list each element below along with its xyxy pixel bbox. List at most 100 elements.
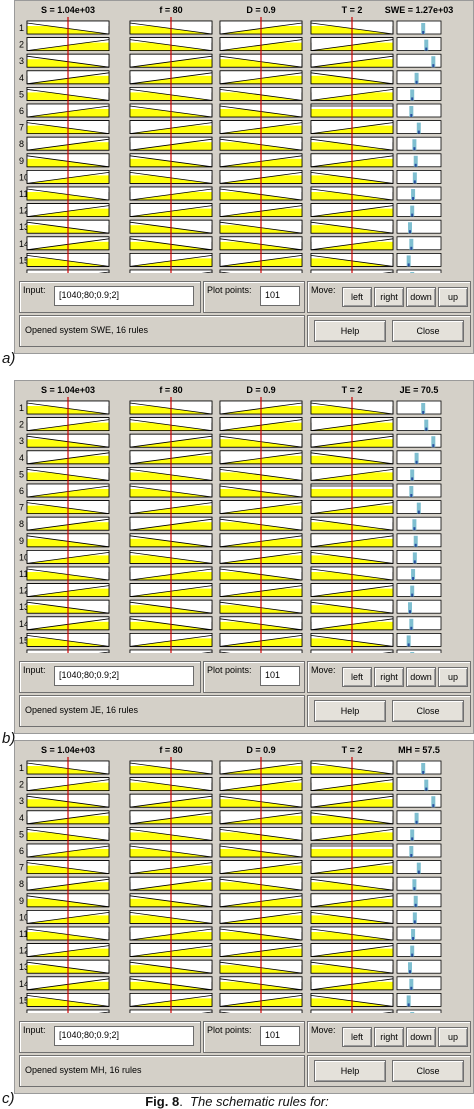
output-cell[interactable] [396, 976, 442, 991]
output-cell[interactable] [396, 87, 442, 101]
output-cell[interactable] [396, 760, 442, 775]
output-cell[interactable] [396, 169, 442, 184]
output-cell[interactable] [396, 516, 442, 531]
output-cell[interactable] [396, 203, 442, 218]
output-cell[interactable] [396, 649, 442, 653]
status-bar: Opened system JE, 16 rules [19, 695, 305, 727]
move-left-button[interactable]: left [342, 667, 372, 687]
move-down-button[interactable]: down [406, 667, 436, 687]
output-cell[interactable] [396, 827, 442, 841]
output-cell[interactable] [396, 992, 442, 1007]
input-vector-field[interactable]: [1040;80;0.9;2] [54, 666, 194, 686]
plot-points-group: Plot points: 101 [203, 1021, 305, 1053]
output-cell[interactable] [396, 417, 442, 431]
move-down-button[interactable]: down [406, 1027, 436, 1047]
output-cell[interactable] [396, 136, 442, 151]
output-cell[interactable] [396, 433, 442, 448]
plot-points-field[interactable]: 101 [260, 286, 300, 306]
output-cell[interactable] [396, 616, 442, 631]
status-text: Opened system SWE, 16 rules [25, 325, 149, 335]
output-cell[interactable] [396, 777, 442, 791]
output-cell[interactable] [396, 893, 442, 908]
output-cell[interactable] [396, 219, 442, 234]
output-cell[interactable] [396, 236, 442, 251]
plot-points-group: Plot points: 101 [203, 281, 305, 313]
move-left-button[interactable]: left [342, 1027, 372, 1047]
output-cell[interactable] [396, 599, 442, 614]
move-group: Move: left right down up [307, 1021, 471, 1053]
move-right-button[interactable]: right [374, 287, 404, 307]
output-cell[interactable] [396, 1009, 442, 1013]
output-cell[interactable] [396, 269, 442, 273]
close-button[interactable]: Close [392, 320, 464, 342]
output-cell[interactable] [396, 467, 442, 481]
output-cell[interactable] [396, 549, 442, 564]
output-cell[interactable] [396, 186, 442, 201]
output-cell[interactable] [396, 37, 442, 51]
figure-caption: Fig. 8. The schematic rules for: [145, 1094, 329, 1109]
close-button[interactable]: Close [392, 700, 464, 722]
output-cell[interactable] [396, 53, 442, 68]
output-cell[interactable] [396, 566, 442, 581]
help-button[interactable]: Help [314, 320, 386, 342]
move-right-button[interactable]: right [374, 1027, 404, 1047]
status-text: Opened system JE, 16 rules [25, 705, 139, 715]
rule-number: 4 [19, 73, 24, 83]
rule-number: 1 [19, 23, 24, 33]
move-up-button[interactable]: up [438, 667, 468, 687]
output-header: SWE = 1.27e+03 [385, 5, 454, 15]
caption-text: The schematic rules for: [190, 1094, 329, 1109]
move-left-button[interactable]: left [342, 287, 372, 307]
output-cell[interactable] [396, 909, 442, 924]
input-header-T: T = 2 [342, 5, 363, 15]
output-cell[interactable] [396, 120, 442, 134]
input-vector-field[interactable]: [1040;80;0.9;2] [54, 1026, 194, 1046]
plot-points-field[interactable]: 101 [260, 666, 300, 686]
input-header-f: f = 80 [159, 5, 182, 15]
output-cell[interactable] [396, 533, 442, 548]
panel-letter: c) [2, 1090, 15, 1107]
plot-points-label: Plot points: [207, 665, 252, 675]
output-cell[interactable] [396, 103, 442, 118]
input-label: Input: [23, 665, 46, 675]
output-cell[interactable] [396, 450, 442, 465]
move-up-button[interactable]: up [438, 287, 468, 307]
output-cell[interactable] [396, 20, 442, 35]
input-header-D: D = 0.9 [246, 385, 275, 395]
rule-number: 4 [19, 813, 24, 823]
move-right-button[interactable]: right [374, 667, 404, 687]
input-vector-field[interactable]: [1040;80;0.9;2] [54, 286, 194, 306]
output-cell[interactable] [396, 583, 442, 598]
output-cell[interactable] [396, 843, 442, 858]
output-cell[interactable] [396, 153, 442, 168]
output-cell[interactable] [396, 632, 442, 647]
output-cell[interactable] [396, 810, 442, 825]
output-cell[interactable] [396, 400, 442, 415]
plot-points-label: Plot points: [207, 285, 252, 295]
rule-number: 1 [19, 403, 24, 413]
help-button[interactable]: Help [314, 1060, 386, 1082]
output-cell[interactable] [396, 500, 442, 514]
plot-points-field[interactable]: 101 [260, 1026, 300, 1046]
move-down-button[interactable]: down [406, 287, 436, 307]
output-cell[interactable] [396, 959, 442, 974]
rules-plot: S = 1.04e+03 f = 80 D = 0.9 T = 2 SWE = 1.27… [19, 5, 454, 273]
input-group: Input: [1040;80;0.9;2] [19, 661, 201, 693]
output-cell[interactable] [396, 876, 442, 891]
output-cell[interactable] [396, 793, 442, 808]
rule-number: 2 [19, 780, 24, 790]
output-cell[interactable] [396, 252, 442, 267]
output-cell[interactable] [396, 70, 442, 85]
input-header-T: T = 2 [342, 385, 363, 395]
help-button[interactable]: Help [314, 700, 386, 722]
output-cell[interactable] [396, 926, 442, 941]
move-up-button[interactable]: up [438, 1027, 468, 1047]
caption-figure-number: Fig. 8 [145, 1094, 180, 1109]
rule-number: 1 [19, 763, 24, 773]
output-cell[interactable] [396, 860, 442, 874]
close-button[interactable]: Close [392, 1060, 464, 1082]
output-cell[interactable] [396, 483, 442, 498]
output-header: MH = 57.5 [398, 745, 440, 755]
output-cell[interactable] [396, 943, 442, 958]
rule-number: 9 [19, 896, 24, 906]
